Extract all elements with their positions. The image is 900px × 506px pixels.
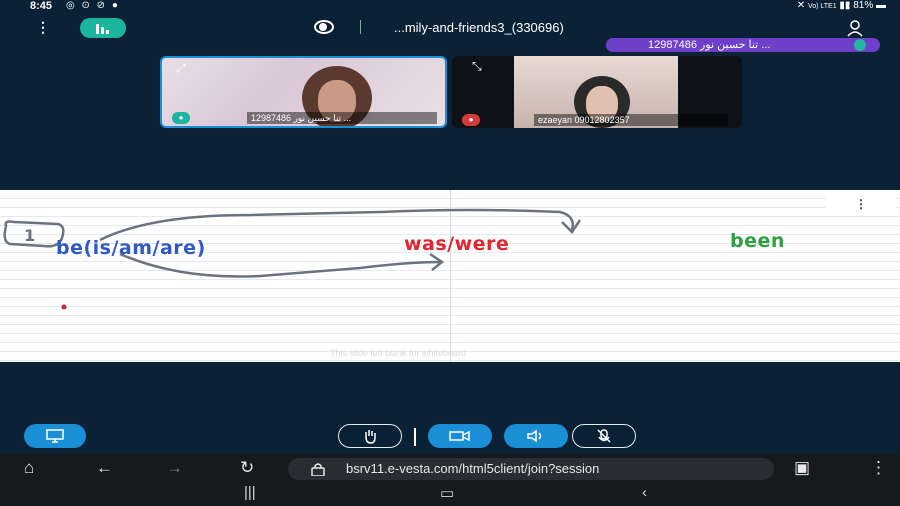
battery-icon: ▬ [876,0,886,11]
recents-icon[interactable]: ||| [244,484,256,501]
whiteboard-number: 1 [24,226,36,245]
url-bar[interactable]: bsrv11.e-vesta.com/html5client/join?sess… [288,458,774,480]
camera-icon [449,430,470,442]
audio-button[interactable] [504,424,568,448]
mute-icon: ✕ [796,0,806,11]
video-user-name: تنا حسین نور 12987486 ... [247,112,437,124]
back-nav-icon[interactable]: ‹ [642,484,647,501]
menu-icon[interactable]: ⋮ [870,458,887,478]
reload-icon[interactable]: ↻ [240,458,254,478]
hand-icon [365,430,376,444]
system-navigation-bar: ||| ▭ ‹ [0,482,900,506]
talking-indicator: تنا حسین نور 12987486 ... [606,38,880,52]
controls-separator [414,428,416,446]
expand-icon[interactable]: ⤡ [472,59,482,74]
user-icon[interactable] [846,19,864,37]
video-user-name: ezaeyan 09012802357 [534,114,728,126]
user-list-toggle-button[interactable] [80,18,126,38]
title-separator [360,20,361,34]
meeting-controls [0,424,900,450]
forward-icon[interactable]: → [166,458,183,478]
bar-chart-icon [96,24,109,34]
battery-percent: 81% [853,0,874,11]
status-time: 8:45 [30,0,53,12]
speaker-icon [527,429,542,443]
mic-muted-icon: ● [462,114,480,126]
presentation-whiteboard[interactable]: 1 be(is/am/are) was/were been ⋮ This sli… [0,190,900,362]
whiteboard-annotations [3,208,582,310]
talking-user-name: تنا حسین نور 12987486 ... [648,39,771,51]
home-nav-icon[interactable]: ▭ [440,484,454,502]
recording-icon[interactable] [314,20,334,34]
screen-share-icon [46,429,64,443]
camera-button[interactable] [428,424,492,448]
verb-participle: been [730,230,785,252]
status-left-icons: ◎ ⊙ ⊘ ● [66,0,120,11]
expand-icon[interactable]: ⤢ [176,61,186,76]
signal-icon: ▮▮ [839,0,851,11]
back-icon[interactable]: ← [96,458,113,478]
mic-off-icon [597,429,611,443]
video-tile-1[interactable]: ⤢ ● تنا حسین نور 12987486 ... [160,56,447,128]
video-tile-2[interactable]: ⤡ ● ezaeyan 09012802357 [452,56,742,128]
status-right-icons: ✕ Vo) LTE1 ▮▮ 81% ▬ [797,0,886,11]
mute-button[interactable] [572,424,636,448]
talking-mic-icon [854,39,866,51]
options-menu-icon[interactable]: ⋮ [36,19,50,36]
verb-present: be(is/am/are) [56,237,206,259]
network-label: Vo) LTE1 [807,3,837,10]
browser-toolbar: ⌂ ← → ↻ bsrv11.e-vesta.com/html5client/j… [0,454,900,482]
tabs-icon[interactable]: ▣ [794,458,810,478]
home-icon[interactable]: ⌂ [24,458,34,478]
screen-share-button[interactable] [24,424,86,448]
url-text: bsrv11.e-vesta.com/html5client/join?sess… [346,461,600,476]
status-bar: 8:45 ◎ ⊙ ⊘ ● ✕ Vo) LTE1 ▮▮ 81% ▬ [0,0,900,14]
lock-icon [311,463,325,476]
blank-slide-note: This slide left blank for whiteboard [330,348,467,358]
raise-hand-button[interactable] [338,424,402,448]
verb-past: was/were [404,233,510,255]
meeting-title: ...mily-and-friends3_(330696) [394,20,564,35]
mic-on-icon: ● [172,112,190,124]
presentation-menu-icon[interactable]: ⋮ [826,194,896,214]
